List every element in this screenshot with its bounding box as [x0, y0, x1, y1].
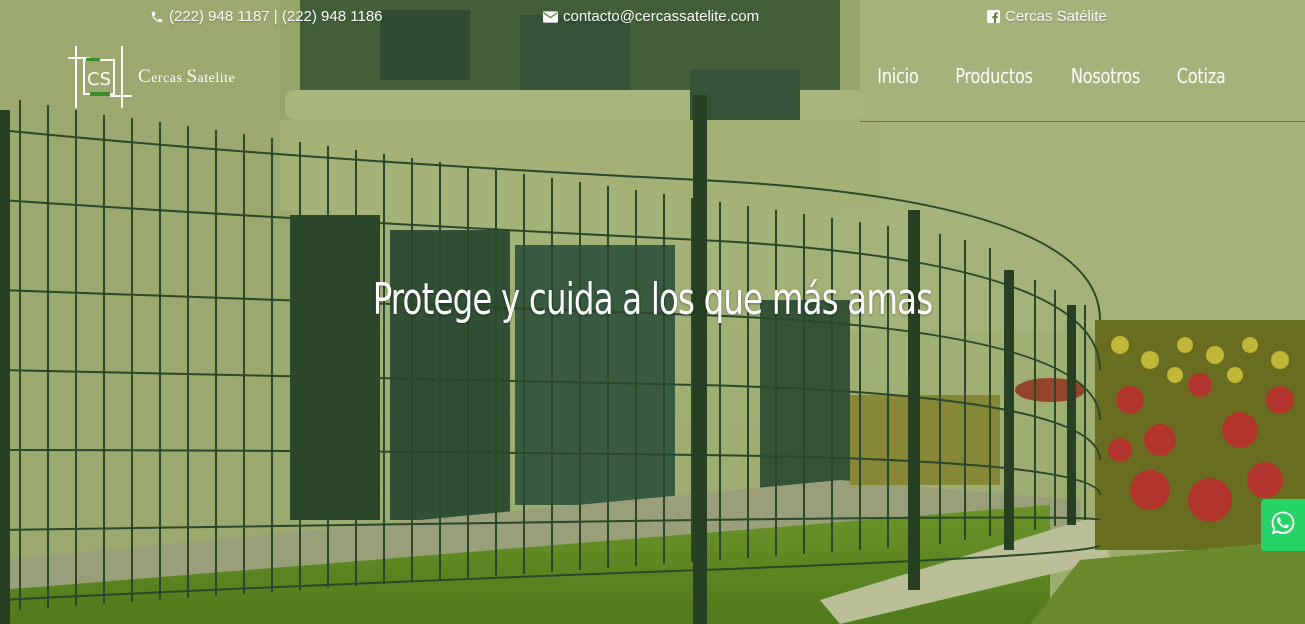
facebook-link[interactable]: Cercas Satélite	[987, 8, 1107, 25]
hero-headline: Protege y cuida a los que más amas	[372, 274, 933, 325]
brand-logo[interactable]: CS Cercas Satelite	[66, 44, 266, 110]
nav-divider	[860, 121, 1305, 122]
phone-contact[interactable]: (222) 948 1187 | (222) 948 1186	[150, 8, 383, 25]
top-bar: (222) 948 1187 | (222) 948 1186 contacto…	[0, 0, 1305, 34]
nav-inicio[interactable]: Inicio	[877, 64, 919, 88]
nav-productos[interactable]: Productos	[955, 64, 1033, 88]
nav-nosotros[interactable]: Nosotros	[1071, 64, 1140, 88]
email-contact[interactable]: contacto@cercassatelite.com	[543, 8, 759, 25]
phone-icon	[150, 10, 164, 24]
nav-cotiza[interactable]: Cotiza	[1176, 64, 1225, 88]
brand-name: Cercas Satelite	[138, 66, 236, 87]
facebook-icon	[987, 10, 1000, 23]
phone-text: (222) 948 1187 | (222) 948 1186	[169, 8, 383, 25]
whatsapp-icon	[1269, 509, 1297, 542]
email-text: contacto@cercassatelite.com	[563, 8, 760, 25]
main-nav: Inicio Productos Nosotros Cotiza	[875, 64, 1228, 88]
whatsapp-button[interactable]	[1261, 499, 1305, 551]
envelope-icon	[543, 10, 558, 23]
cs-monogram-icon: CS	[68, 46, 132, 108]
monogram-text: CS	[87, 69, 111, 90]
facebook-text: Cercas Satélite	[1005, 8, 1107, 25]
